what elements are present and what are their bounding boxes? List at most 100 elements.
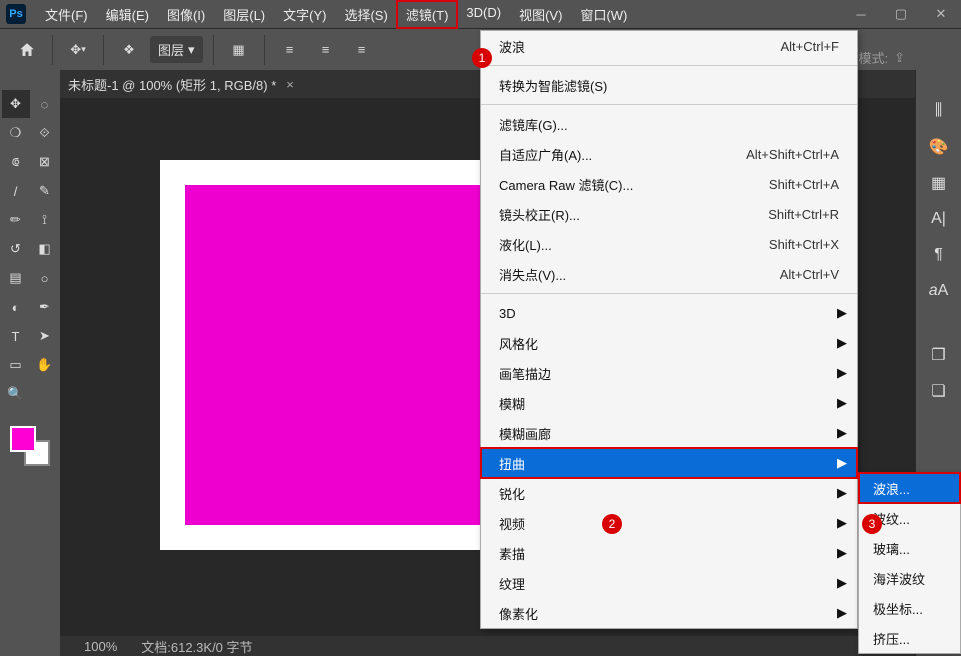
menu-文字[interactable]: 文字(Y) xyxy=(274,1,335,28)
menu-文件[interactable]: 文件(F) xyxy=(36,1,97,28)
submenu-item[interactable]: 波浪... xyxy=(859,473,960,503)
filter-menu-item[interactable]: 3D▶ xyxy=(481,298,857,328)
menu-item-label: 像素化 xyxy=(499,604,839,623)
submenu-arrow-icon: ▶ xyxy=(837,605,847,621)
align-center-icon[interactable]: ≡ xyxy=(311,35,341,65)
submenu-item[interactable]: 玻璃... xyxy=(859,533,960,563)
filter-menu-item[interactable]: 液化(L)...Shift+Ctrl+X xyxy=(481,229,857,259)
quick-select-tool[interactable]: ⟐ xyxy=(31,119,59,147)
annotation-badge-3: 3 xyxy=(862,514,882,534)
move-tool[interactable]: ✥ xyxy=(2,90,30,118)
filter-menu-item[interactable]: 画笔描边▶ xyxy=(481,358,857,388)
fg-color[interactable] xyxy=(10,426,36,452)
filter-menu-item[interactable]: 波浪Alt+Ctrl+F xyxy=(481,31,857,61)
eyedropper-tool[interactable]: / xyxy=(2,177,30,205)
menu-item-label: 波浪 xyxy=(499,37,780,56)
hand-tool[interactable]: ✋ xyxy=(31,351,59,379)
filter-menu-item[interactable]: 锐化▶ xyxy=(481,478,857,508)
filter-menu-item[interactable]: Camera Raw 滤镜(C)...Shift+Ctrl+A xyxy=(481,169,857,199)
color-icon[interactable]: 🎨 xyxy=(928,136,950,158)
eraser-tool[interactable]: ◧ xyxy=(31,235,59,263)
align-right-icon[interactable]: ≡ xyxy=(347,35,377,65)
annotation-badge-2: 2 xyxy=(602,514,622,534)
menu-item-accel: Shift+Ctrl+A xyxy=(769,177,839,192)
filter-menu-item[interactable]: 模糊▶ xyxy=(481,388,857,418)
filter-menu-item[interactable]: 转换为智能滤镜(S) xyxy=(481,70,857,100)
path-select-tool[interactable]: ➤ xyxy=(31,322,59,350)
filter-menu-item[interactable]: 扭曲▶ xyxy=(481,448,857,478)
layers-panel-icon[interactable]: ❏ xyxy=(928,380,950,402)
menu-item-label: 液化(L)... xyxy=(499,235,769,254)
crop-tool[interactable]: ⟃ xyxy=(2,148,30,176)
char-icon[interactable]: A| xyxy=(928,208,950,230)
close-button[interactable]: ✕ xyxy=(921,0,961,28)
menu-item-label: 镜头校正(R)... xyxy=(499,205,768,224)
menu-图层[interactable]: 图层(L) xyxy=(214,1,274,28)
lasso-tool[interactable]: ❍ xyxy=(2,119,30,147)
home-button[interactable] xyxy=(12,35,42,65)
menu-item-accel: Alt+Shift+Ctrl+A xyxy=(746,147,839,162)
status-bar: 100% 文档:612.3K/0 字节 xyxy=(60,636,915,656)
pen-tool[interactable]: ✒ xyxy=(31,293,59,321)
move-tool-icon[interactable]: ✥▾ xyxy=(63,35,93,65)
filter-menu-item[interactable]: 自适应广角(A)...Alt+Shift+Ctrl+A xyxy=(481,139,857,169)
share-icon[interactable]: ⇪ xyxy=(894,50,905,66)
stamp-tool[interactable]: ⟟ xyxy=(31,206,59,234)
brush-tool[interactable]: ✏ xyxy=(2,206,30,234)
swatches-icon[interactable]: ▦ xyxy=(928,172,950,194)
close-tab-icon[interactable]: × xyxy=(286,77,294,92)
submenu-arrow-icon: ▶ xyxy=(837,365,847,381)
menu-item-label: 3D xyxy=(499,306,839,321)
menu-item-label: 纹理 xyxy=(499,574,839,593)
filter-menu-item[interactable]: 消失点(V)...Alt+Ctrl+V xyxy=(481,259,857,289)
healing-tool[interactable]: ✎ xyxy=(31,177,59,205)
history-tool[interactable]: ↺ xyxy=(2,235,30,263)
histogram-icon[interactable]: ⫼ xyxy=(928,100,950,122)
cube-icon[interactable]: ❒ xyxy=(928,344,950,366)
menu-3d[interactable]: 3D(D) xyxy=(457,1,510,28)
align-icon-1[interactable]: ▦ xyxy=(224,35,254,65)
filter-menu-item[interactable]: 镜头校正(R)...Shift+Ctrl+R xyxy=(481,199,857,229)
filter-menu-item[interactable]: 滤镜库(G)... xyxy=(481,109,857,139)
rect-tool[interactable]: ▭ xyxy=(2,351,30,379)
submenu-arrow-icon: ▶ xyxy=(837,395,847,411)
dodge-tool[interactable]: ◐ xyxy=(2,293,30,321)
menu-窗口[interactable]: 窗口(W) xyxy=(571,1,636,28)
filter-menu-item[interactable]: 风格化▶ xyxy=(481,328,857,358)
submenu-arrow-icon: ▶ xyxy=(837,305,847,321)
minimize-button[interactable]: ─ xyxy=(841,0,881,28)
blur-tool[interactable]: ○ xyxy=(31,264,59,292)
menu-滤镜[interactable]: 滤镜(T) xyxy=(397,1,458,28)
type-tool[interactable]: T xyxy=(2,322,30,350)
submenu-item[interactable]: 挤压... xyxy=(859,623,960,653)
filter-menu-item[interactable]: 纹理▶ xyxy=(481,568,857,598)
distort-submenu: 波浪...波纹...玻璃...海洋波纹极坐标...挤压... xyxy=(858,472,961,654)
zoom-tool[interactable]: 🔍 xyxy=(2,380,30,408)
filter-menu-item[interactable]: 像素化▶ xyxy=(481,598,857,628)
menu-选择[interactable]: 选择(S) xyxy=(335,1,396,28)
align-left-icon[interactable]: ≡ xyxy=(275,35,305,65)
gradient-tool[interactable]: ▤ xyxy=(2,264,30,292)
submenu-item[interactable]: 海洋波纹 xyxy=(859,563,960,593)
frame-tool[interactable]: ⊠ xyxy=(31,148,59,176)
filter-menu-item[interactable]: 模糊画廊▶ xyxy=(481,418,857,448)
paragraph-icon[interactable]: ¶ xyxy=(928,244,950,266)
layers-icon[interactable]: ❖ xyxy=(114,35,144,65)
menu-视图[interactable]: 视图(V) xyxy=(510,1,571,28)
filter-menu-item[interactable]: 视频▶ xyxy=(481,508,857,538)
color-swatches[interactable] xyxy=(10,426,50,466)
rectangle-shape[interactable] xyxy=(185,185,505,525)
zoom-level[interactable]: 100% xyxy=(84,639,117,654)
annotation-badge-1: 1 xyxy=(472,48,492,68)
maximize-button[interactable]: ▢ xyxy=(881,0,921,28)
filter-menu: 波浪Alt+Ctrl+F 转换为智能滤镜(S) 滤镜库(G)...自适应广角(A).… xyxy=(480,30,858,629)
layer-select[interactable]: 图层▾ xyxy=(150,36,203,63)
menu-编辑[interactable]: 编辑(E) xyxy=(97,1,158,28)
menu-item-label: 视频 xyxy=(499,514,839,533)
filter-menu-item[interactable]: 素描▶ xyxy=(481,538,857,568)
canvas[interactable] xyxy=(160,160,530,550)
submenu-item[interactable]: 极坐标... xyxy=(859,593,960,623)
marquee-tool[interactable]: ◌ xyxy=(31,90,59,118)
menu-图像[interactable]: 图像(I) xyxy=(158,1,214,28)
glyph-icon[interactable]: aA xyxy=(928,280,950,302)
